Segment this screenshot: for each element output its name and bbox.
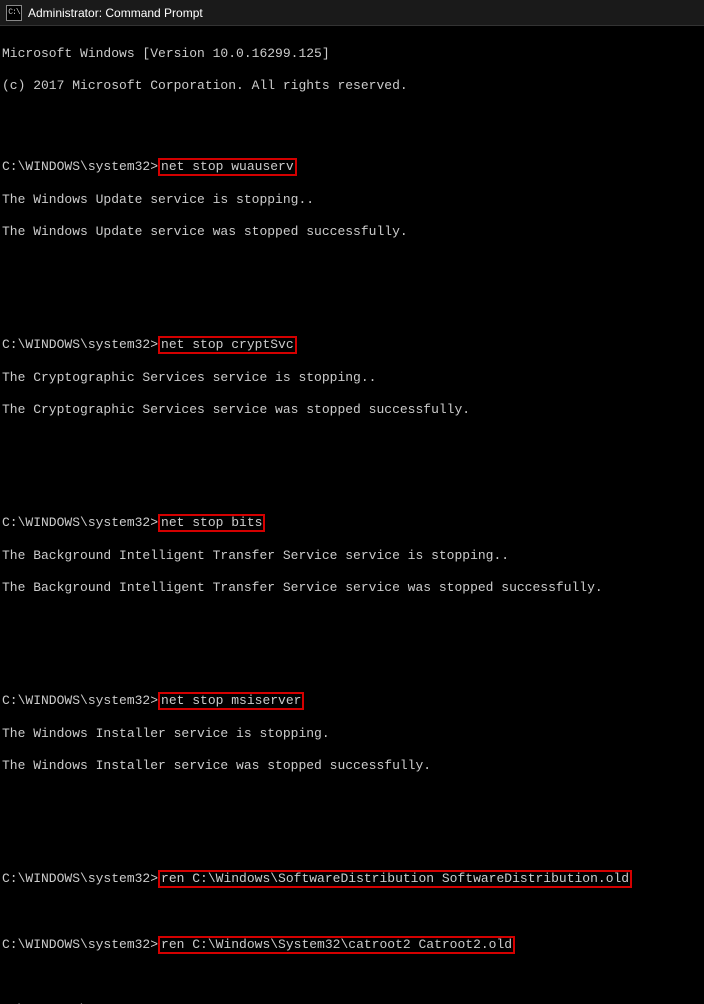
prompt: C:\WINDOWS\system32> (2, 337, 158, 352)
highlighted-command: net stop cryptSvc (158, 336, 297, 354)
terminal-output[interactable]: Microsoft Windows [Version 10.0.16299.12… (0, 26, 704, 1004)
cmd-line: C:\WINDOWS\system32>net stop bits (2, 514, 702, 532)
blank-line (2, 288, 702, 304)
blank-line (2, 466, 702, 482)
cmd-line: C:\WINDOWS\system32>net stop cryptSvc (2, 336, 702, 354)
cmd-line: C:\WINDOWS\system32>net stop wuauserv (2, 158, 702, 176)
window-title: Administrator: Command Prompt (28, 6, 203, 20)
blank-line (2, 644, 702, 660)
output-line: The Background Intelligent Transfer Serv… (2, 548, 702, 564)
output-line: The Windows Update service was stopped s… (2, 224, 702, 240)
prompt: C:\WINDOWS\system32> (2, 871, 158, 886)
highlighted-command: net stop msiserver (158, 692, 304, 710)
cmd-line: C:\WINDOWS\system32>ren C:\Windows\Softw… (2, 870, 702, 888)
blank-line (2, 434, 702, 450)
copyright-line: (c) 2017 Microsoft Corporation. All righ… (2, 78, 702, 94)
output-line: The Windows Update service is stopping.. (2, 192, 702, 208)
prompt: C:\WINDOWS\system32> (2, 1002, 158, 1004)
blank-line (2, 256, 702, 272)
blank-line (2, 970, 702, 986)
cmd-line: C:\WINDOWS\system32>ren C:\Windows\Syste… (2, 936, 702, 954)
prompt: C:\WINDOWS\system32> (2, 937, 158, 952)
output-line: The Windows Installer service was stoppe… (2, 758, 702, 774)
output-line: The Cryptographic Services service is st… (2, 370, 702, 386)
output-line: The Background Intelligent Transfer Serv… (2, 580, 702, 596)
highlighted-command: ren C:\Windows\SoftwareDistribution Soft… (158, 870, 632, 888)
prompt: C:\WINDOWS\system32> (2, 693, 158, 708)
window-titlebar: C:\ Administrator: Command Prompt (0, 0, 704, 26)
version-line: Microsoft Windows [Version 10.0.16299.12… (2, 46, 702, 62)
blank-line (2, 110, 702, 126)
highlighted-command: net stop wuauserv (158, 158, 297, 176)
prompt: C:\WINDOWS\system32> (2, 159, 158, 174)
blank-line (2, 790, 702, 806)
output-line: The Cryptographic Services service was s… (2, 402, 702, 418)
highlighted-command: ren C:\Windows\System32\catroot2 Catroot… (158, 936, 515, 954)
cmd-icon: C:\ (6, 5, 22, 21)
prompt: C:\WINDOWS\system32> (2, 515, 158, 530)
output-line: The Windows Installer service is stoppin… (2, 726, 702, 742)
blank-line (2, 822, 702, 838)
blank-line (2, 904, 702, 920)
highlighted-command: net stop bits (158, 514, 265, 532)
prompt-line[interactable]: C:\WINDOWS\system32> (2, 1002, 702, 1004)
cmd-line: C:\WINDOWS\system32>net stop msiserver (2, 692, 702, 710)
blank-line (2, 612, 702, 628)
